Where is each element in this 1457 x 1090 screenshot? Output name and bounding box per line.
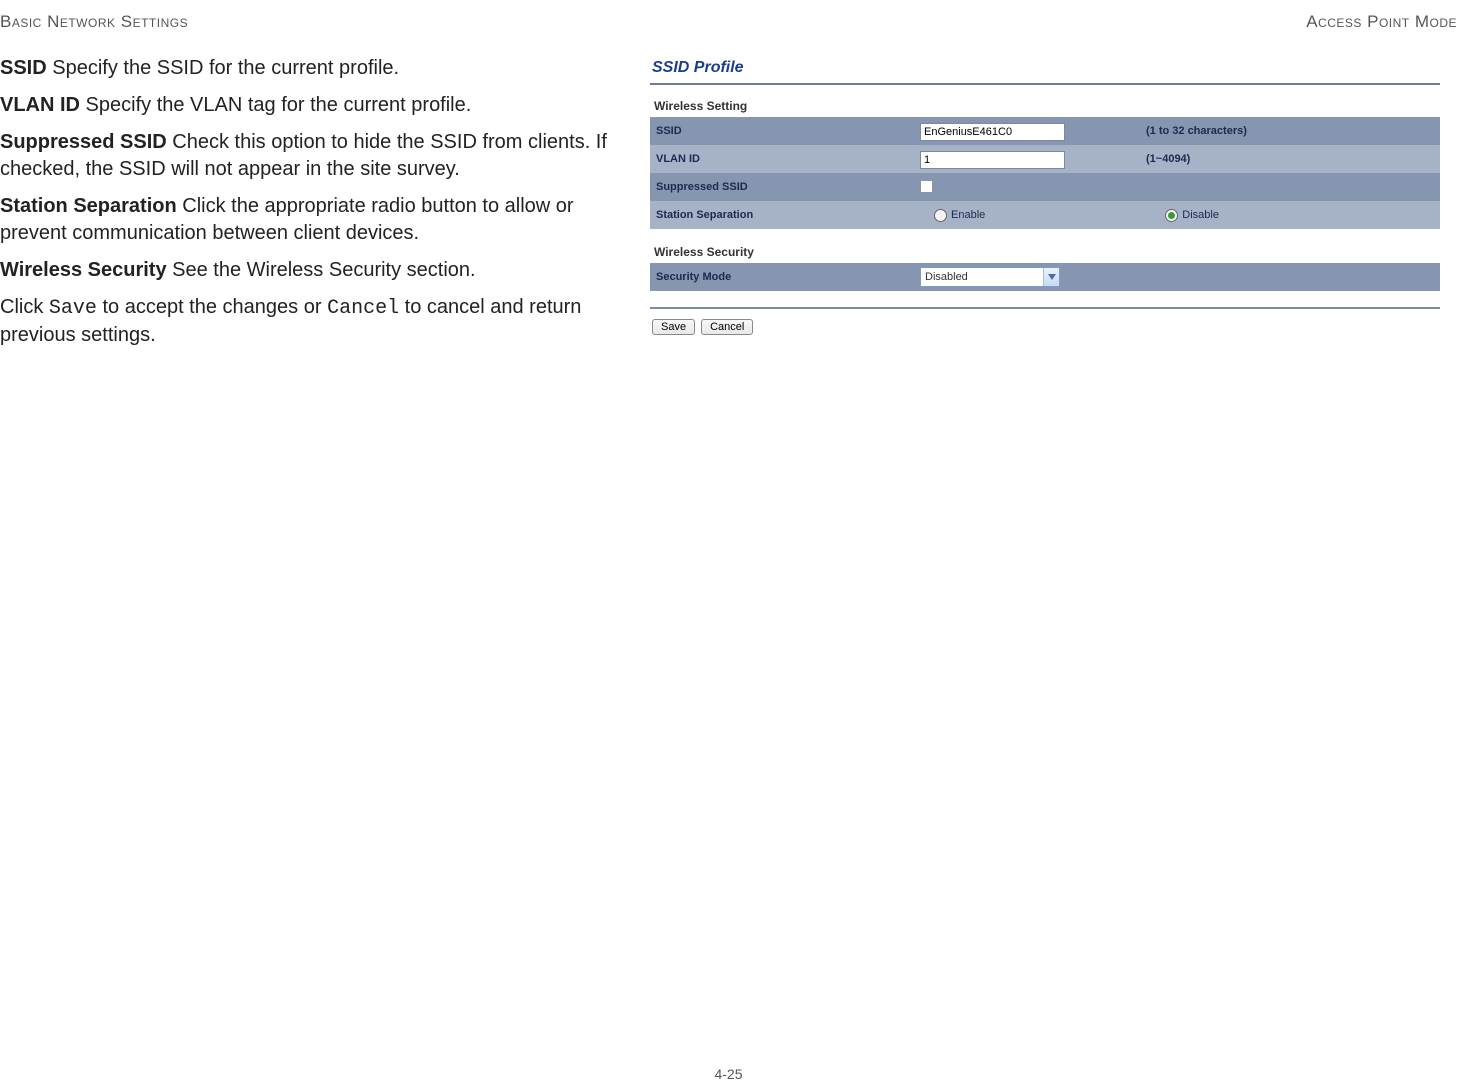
vlan-term: VLAN ID xyxy=(0,94,80,116)
suppressed-row: Suppressed SSID xyxy=(650,173,1440,201)
wsec-term: Wireless Security xyxy=(0,259,167,281)
station-label: Station Separation xyxy=(650,201,920,229)
wireless-setting-heading: Wireless Setting xyxy=(654,99,1440,113)
suppressed-paragraph: Suppressed SSID Check this option to hid… xyxy=(0,129,616,183)
wireless-security-heading: Wireless Security xyxy=(654,245,1440,259)
suppressed-term: Suppressed SSID xyxy=(0,131,167,153)
ssid-desc: Specify the SSID for the current profile… xyxy=(47,57,399,79)
security-label: Security Mode xyxy=(650,263,920,291)
ssid-term: SSID xyxy=(0,57,47,79)
vlan-input[interactable] xyxy=(920,151,1065,169)
vlan-hint: (1~4094) xyxy=(1140,145,1440,173)
suppressed-checkbox[interactable] xyxy=(920,180,933,193)
vlan-label: VLAN ID xyxy=(650,145,920,173)
divider xyxy=(650,307,1440,309)
ssid-hint: (1 to 32 characters) xyxy=(1140,117,1440,145)
save-code: Save xyxy=(49,297,97,320)
ssid-profile-panel: SSID Profile Wireless Setting SSID (1 to… xyxy=(650,55,1440,335)
disable-radio-label: Disable xyxy=(1182,209,1219,221)
ssid-paragraph: SSID Specify the SSID for the current pr… xyxy=(0,55,616,82)
ssid-row: SSID (1 to 32 characters) xyxy=(650,117,1440,145)
disable-radio-group[interactable]: Disable xyxy=(1165,209,1219,222)
header-right: Access Point Mode xyxy=(1306,12,1457,32)
wireless-security-table: Security Mode Disabled xyxy=(650,263,1440,291)
station-row: Station Separation Enable Disable xyxy=(650,201,1440,229)
suppressed-label: Suppressed SSID xyxy=(650,173,920,201)
save-paragraph: Click Save to accept the changes or Canc… xyxy=(0,294,616,349)
wsec-desc: See the Wireless Security section. xyxy=(167,259,476,281)
station-paragraph: Station Separation Click the appropriate… xyxy=(0,193,616,247)
save-button[interactable]: Save xyxy=(652,319,695,335)
header-left: Basic Network Settings xyxy=(0,12,188,32)
vlan-paragraph: VLAN ID Specify the VLAN tag for the cur… xyxy=(0,92,616,119)
wsec-paragraph: Wireless Security See the Wireless Secur… xyxy=(0,257,616,284)
vlan-desc: Specify the VLAN tag for the current pro… xyxy=(80,94,471,116)
security-row: Security Mode Disabled xyxy=(650,263,1440,291)
security-mode-select[interactable]: Disabled xyxy=(920,267,1060,287)
security-mode-value: Disabled xyxy=(925,271,968,283)
enable-radio[interactable] xyxy=(934,209,947,222)
disable-radio[interactable] xyxy=(1165,209,1178,222)
ssid-input[interactable] xyxy=(920,123,1065,141)
cancel-button[interactable]: Cancel xyxy=(701,319,753,335)
enable-radio-label: Enable xyxy=(951,209,985,221)
vlan-row: VLAN ID (1~4094) xyxy=(650,145,1440,173)
ssid-label: SSID xyxy=(650,117,920,145)
cancel-code: Cancel xyxy=(327,297,399,320)
panel-title: SSID Profile xyxy=(650,55,1440,85)
station-term: Station Separation xyxy=(0,195,177,217)
page-number: 4-25 xyxy=(714,1066,742,1082)
documentation-text: SSID Specify the SSID for the current pr… xyxy=(0,55,640,359)
enable-radio-group[interactable]: Enable xyxy=(934,209,985,222)
wireless-setting-table: SSID (1 to 32 characters) VLAN ID (1~409… xyxy=(650,117,1440,229)
chevron-down-icon xyxy=(1043,268,1059,286)
